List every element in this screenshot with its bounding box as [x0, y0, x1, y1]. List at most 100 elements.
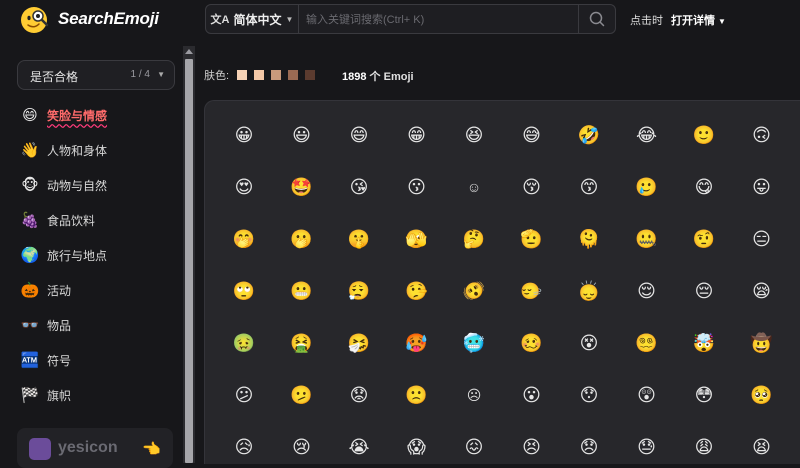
sidebar-scrollbar[interactable]	[183, 46, 195, 463]
emoji-tile[interactable]: 😀	[230, 121, 258, 149]
emoji-tile[interactable]: 😪	[748, 277, 776, 305]
sidebar-item-7[interactable]: 👓 物品	[20, 314, 71, 336]
emoji-tile[interactable]: 🫣	[403, 225, 431, 253]
qualification-filter[interactable]: 是否合格 1 / 4 ▼	[17, 60, 175, 90]
skin-tone-swatch-1[interactable]	[237, 70, 248, 80]
emoji-tile[interactable]: 😆	[460, 121, 488, 149]
emoji-tile[interactable]: 😂	[633, 121, 661, 149]
emoji-tile[interactable]: 🤠	[748, 329, 776, 357]
emoji-tile[interactable]: 😞	[575, 433, 603, 461]
emoji-tile[interactable]: 🥲	[633, 173, 661, 201]
emoji-tile[interactable]: 😘	[345, 173, 373, 201]
sidebar-item-3[interactable]: 🐵 动物与自然	[20, 174, 107, 196]
emoji-tile[interactable]: 😔	[690, 277, 718, 305]
search-button[interactable]	[578, 5, 615, 33]
scrollbar-thumb[interactable]	[185, 59, 193, 463]
emoji-tile[interactable]: 🫨	[460, 277, 488, 305]
app-name[interactable]: SearchEmoji	[58, 9, 159, 29]
emoji-tile[interactable]: 😍	[230, 173, 258, 201]
emoji-tile[interactable]: 🙂	[690, 121, 718, 149]
emoji-tile[interactable]: 😑	[748, 225, 776, 253]
emoji-tile[interactable]: 🥶	[460, 329, 488, 357]
emoji-tile[interactable]: 😥	[230, 433, 258, 461]
search-input[interactable]	[304, 5, 576, 35]
sidebar-item-8[interactable]: 🏧 符号	[20, 349, 71, 371]
emoji-tile[interactable]: 😙	[575, 173, 603, 201]
monkey-icon: 🐵	[21, 176, 39, 194]
emoji-tile[interactable]: 🤨	[690, 225, 718, 253]
emoji-tile[interactable]: 😕	[230, 381, 258, 409]
emoji-tile[interactable]: 😋	[690, 173, 718, 201]
emoji-tile[interactable]: 😮	[518, 381, 546, 409]
emoji-count: 1898 个 Emoji	[342, 68, 414, 84]
click-behavior-select[interactable]: 打开详情 ▼	[671, 12, 726, 28]
emoji-tile[interactable]: 😭	[345, 433, 373, 461]
yesicon-promo[interactable]: yesicon 👈	[17, 428, 173, 468]
emoji-tile[interactable]: 😮‍💨	[345, 277, 373, 305]
emoji-tile[interactable]: 🤐	[633, 225, 661, 253]
sidebar-item-9[interactable]: 🏁 旗帜	[20, 384, 71, 406]
sidebar-item-2[interactable]: 👋 人物和身体	[20, 139, 107, 161]
emoji-tile[interactable]: 😖	[460, 433, 488, 461]
emoji-tile[interactable]: 🤔	[460, 225, 488, 253]
emoji-tile[interactable]: 😃	[288, 121, 316, 149]
emoji-tile[interactable]: 😫	[748, 433, 776, 461]
emoji-tile[interactable]: 😬	[288, 277, 316, 305]
emoji-tile[interactable]: 😛	[748, 173, 776, 201]
emoji-tile[interactable]: 😳	[690, 381, 718, 409]
emoji-tile[interactable]: 😚	[518, 173, 546, 201]
emoji-tile[interactable]: 😟	[345, 381, 373, 409]
emoji-tile[interactable]: 😵	[575, 329, 603, 357]
emoji-tile[interactable]: 🤩	[288, 173, 316, 201]
emoji-tile[interactable]: 🤣	[575, 121, 603, 149]
emoji-tile[interactable]: 🤯	[690, 329, 718, 357]
sidebar-item-6[interactable]: 🎃 活动	[20, 279, 71, 301]
emoji-tile[interactable]: 🙂‍↔️	[518, 277, 546, 305]
emoji-tile[interactable]: 🫤	[288, 381, 316, 409]
skin-tone-swatch-3[interactable]	[271, 70, 282, 80]
emoji-tile[interactable]: 🙃	[748, 121, 776, 149]
search-bar: 文A 简体中文 ▼	[205, 4, 616, 35]
emoji-tile[interactable]: 🫠	[575, 225, 603, 253]
emoji-tile[interactable]: 🤧	[345, 329, 373, 357]
emoji-tile[interactable]: 🤢	[230, 329, 258, 357]
emoji-tile[interactable]: 😲	[633, 381, 661, 409]
emoji-tile[interactable]: 😯	[575, 381, 603, 409]
skin-tone-swatch-2[interactable]	[254, 70, 265, 80]
emoji-tile[interactable]: 😩	[690, 433, 718, 461]
sidebar-item-label: 笑脸与情感	[47, 108, 108, 123]
sidebar-item-4[interactable]: 🍇 食品饮料	[20, 209, 95, 231]
emoji-tile[interactable]: 🤥	[403, 277, 431, 305]
emoji-tile[interactable]: 😢	[288, 433, 316, 461]
emoji-tile[interactable]: 🤭	[230, 225, 258, 253]
emoji-tile[interactable]: 🫡	[518, 225, 546, 253]
sidebar-item-1[interactable]: 😄 笑脸与情感	[20, 104, 107, 126]
emoji-tile[interactable]: ☺	[460, 173, 488, 201]
emoji-tile[interactable]: 🤫	[345, 225, 373, 253]
emoji-tile[interactable]: 😣	[518, 433, 546, 461]
emoji-tile[interactable]: 😱	[403, 433, 431, 461]
emoji-tile[interactable]: ☹	[460, 381, 488, 409]
emoji-tile[interactable]: 😵‍💫	[633, 329, 661, 357]
emoji-tile[interactable]: 😓	[633, 433, 661, 461]
app-logo[interactable]	[18, 4, 50, 36]
emoji-tile[interactable]: 🙄	[230, 277, 258, 305]
checkered-flag-icon: 🏁	[20, 386, 40, 404]
skin-tone-swatch-5[interactable]	[305, 70, 316, 80]
emoji-tile[interactable]: 🤮	[288, 329, 316, 357]
language-selector[interactable]: 文A 简体中文 ▼	[206, 5, 299, 33]
scroll-up-arrow[interactable]	[185, 49, 193, 54]
emoji-tile[interactable]: 😌	[633, 277, 661, 305]
emoji-tile[interactable]: 😅	[518, 121, 546, 149]
emoji-tile[interactable]: 🥴	[518, 329, 546, 357]
sidebar-item-5[interactable]: 🌍 旅行与地点	[20, 244, 107, 266]
emoji-tile[interactable]: 🥵	[403, 329, 431, 357]
emoji-tile[interactable]: 🙂‍↕️	[575, 277, 603, 305]
emoji-tile[interactable]: 🥺	[748, 381, 776, 409]
emoji-tile[interactable]: 🫢	[288, 225, 316, 253]
skin-tone-swatch-4[interactable]	[288, 70, 299, 80]
emoji-tile[interactable]: 😗	[403, 173, 431, 201]
emoji-tile[interactable]: 😄	[345, 121, 373, 149]
emoji-tile[interactable]: 🙁	[403, 381, 431, 409]
emoji-tile[interactable]: 😁	[403, 121, 431, 149]
